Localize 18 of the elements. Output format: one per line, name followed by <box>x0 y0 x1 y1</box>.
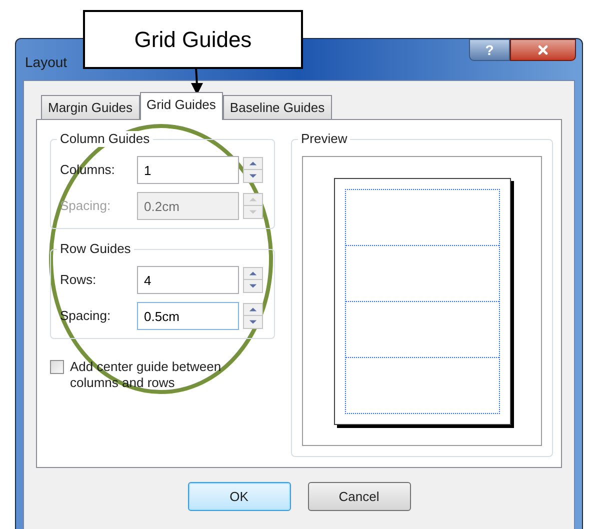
spin-buttons[interactable] <box>243 267 263 293</box>
number-field[interactable]: 0.5cm <box>137 302 239 330</box>
spin-buttons[interactable] <box>243 303 263 329</box>
tab[interactable]: Grid Guides <box>140 92 223 120</box>
dialog-button[interactable]: Cancel <box>308 482 410 511</box>
number-field[interactable]: 1 <box>137 156 239 184</box>
close-icon <box>536 43 550 57</box>
field-label: Rows: <box>60 271 98 290</box>
tab[interactable]: Margin Guides <box>41 95 140 119</box>
tab[interactable]: Baseline Guides <box>222 95 332 119</box>
dialog-button[interactable]: OK <box>188 482 290 511</box>
callout-label: Grid Guides <box>83 10 303 69</box>
number-field[interactable]: 4 <box>137 266 239 294</box>
window-title: Layout <box>24 53 68 72</box>
close-button[interactable] <box>510 39 576 61</box>
spin-buttons[interactable] <box>243 157 263 183</box>
checkbox[interactable] <box>50 360 64 374</box>
group-title: Column Guides <box>57 131 153 147</box>
